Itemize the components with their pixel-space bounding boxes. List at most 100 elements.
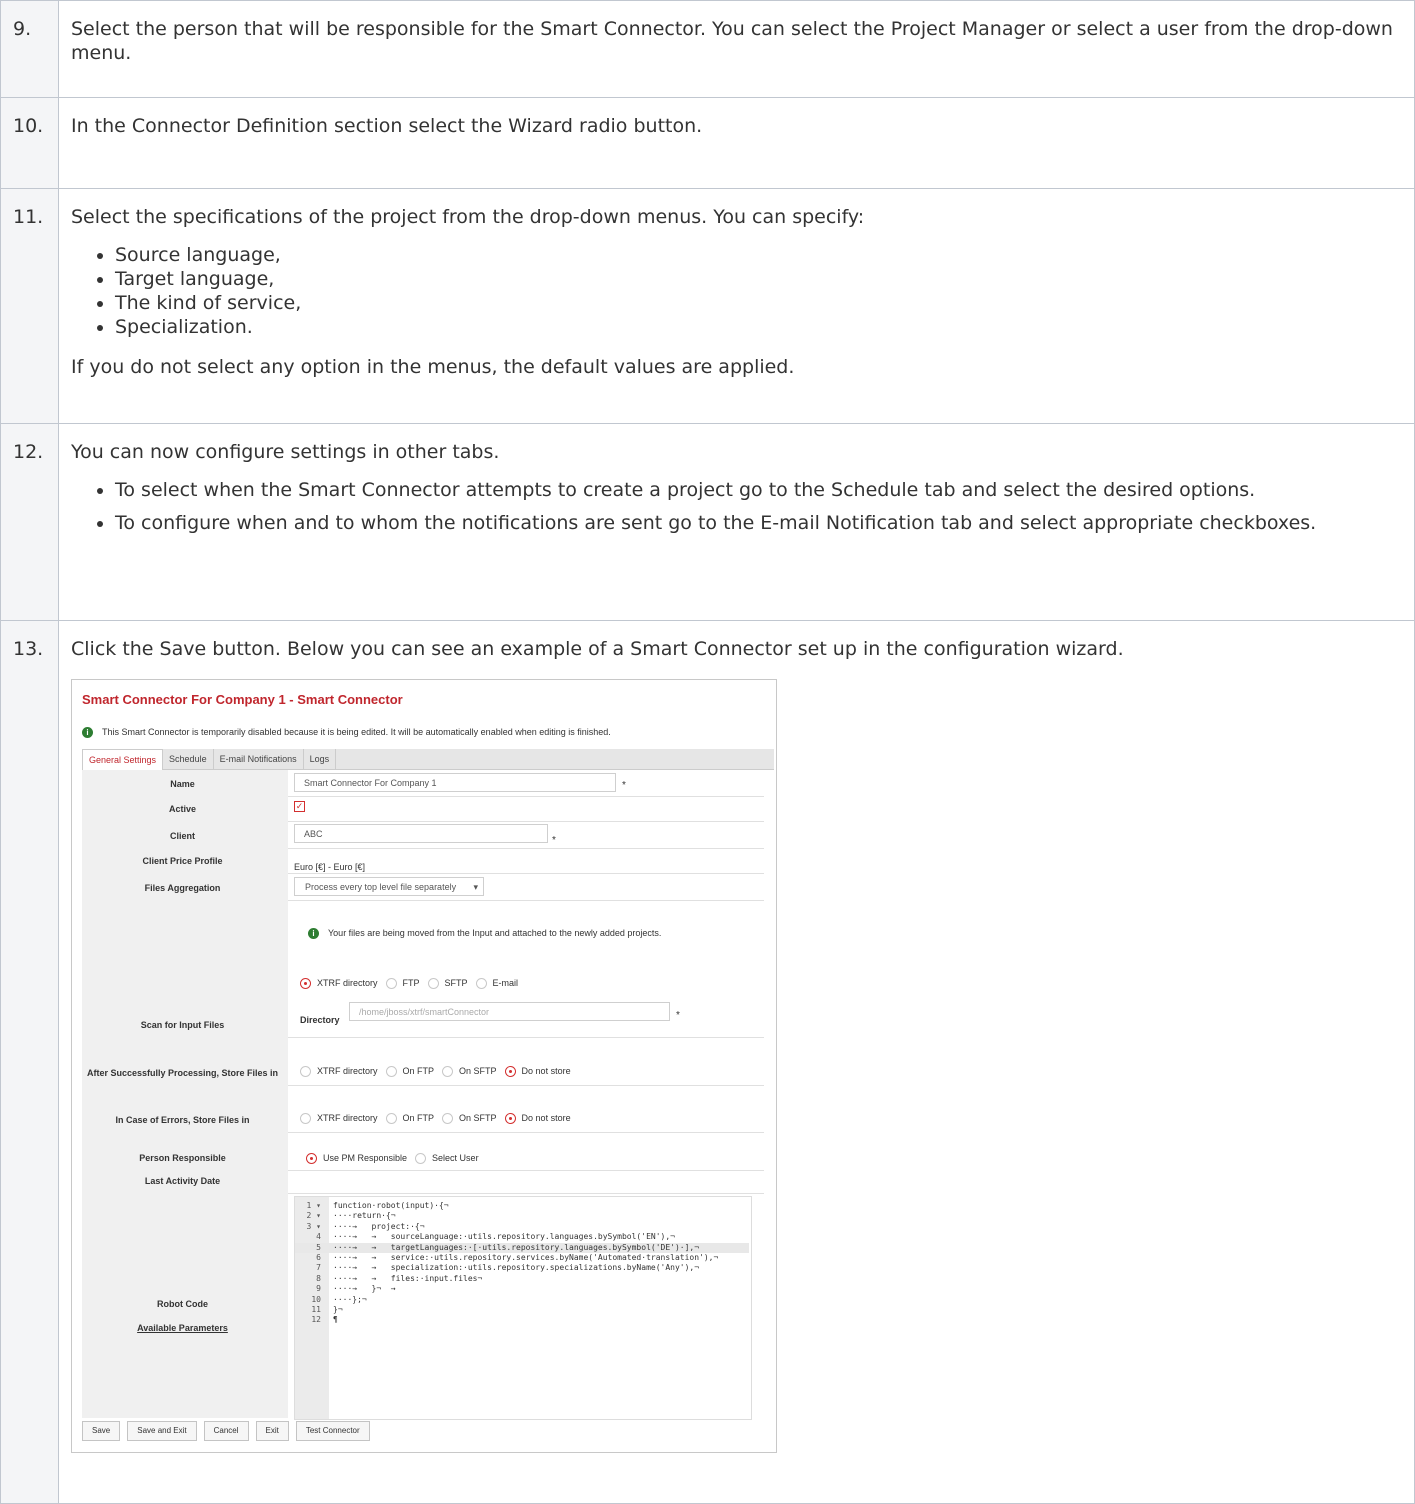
line-number: 7 [316, 1263, 321, 1273]
radio-on-sftp[interactable] [442, 1112, 454, 1124]
test-connector-button[interactable]: Test Connector [295, 1421, 370, 1441]
form-buttons: Save Save and Exit Cancel Exit Test Conn… [82, 1421, 377, 1441]
after-success-row: After Successfully Processing, Store Fil… [82, 1037, 764, 1086]
radio-xtrf-directory[interactable] [300, 1112, 311, 1124]
steps-table: 9. Select the person that will be respon… [0, 0, 1415, 1504]
last-activity-label: Last Activity Date [82, 1170, 288, 1193]
directory-label: Directory [300, 1015, 340, 1025]
code-line: 6 ····→ → service:·utils.repository.servi… [295, 1253, 718, 1263]
active-row: Active ✓ [82, 796, 764, 822]
info-icon: i [82, 726, 93, 738]
scan-info: i Your files are being moved from the In… [308, 921, 661, 945]
code-editor[interactable]: 1 ▾ function·robot(input)·{¬ 2 ▾ ····return… [294, 1196, 752, 1420]
radio-use-pm-responsible[interactable] [306, 1152, 317, 1164]
code-line: 7 ····→ → specialization:·utils.repositor… [295, 1263, 699, 1273]
list-item: Specialization. [115, 315, 1396, 339]
scan-source-radio-group: XTRF directory FTP SFTP E-mail [300, 971, 526, 995]
step-text: Select the specifications of the project… [71, 206, 865, 228]
line-number: 12 [311, 1315, 321, 1325]
errors-row: In Case of Errors, Store Files in XTRF d… [82, 1085, 764, 1133]
info-banner: i This Smart Connector is temporarily di… [82, 720, 611, 744]
code-line: 2 ▾ ····return·{¬ [295, 1211, 396, 1221]
tab-schedule[interactable]: Schedule [163, 749, 214, 769]
step-number: 13. [0, 620, 59, 1504]
line-number: 4 [316, 1232, 321, 1242]
directory-input[interactable]: /home/jboss/xtrf/smartConnector [349, 1002, 670, 1021]
required-marker: * [622, 780, 626, 791]
line-number: 1 ▾ [306, 1201, 321, 1210]
radio-on-ftp[interactable] [385, 1065, 397, 1077]
radio-email[interactable] [475, 977, 487, 989]
step-body: Select the person that will be responsib… [58, 0, 1415, 98]
line-number: 8 [316, 1273, 321, 1283]
radio-xtrf-directory[interactable] [300, 1065, 311, 1077]
robot-code-label: Robot Code Available Parameters [82, 1193, 288, 1418]
radio-on-sftp[interactable] [442, 1065, 454, 1077]
tab-logs[interactable]: Logs [304, 749, 337, 769]
step-number: 9. [0, 0, 59, 98]
list-item: Source language, [115, 243, 1396, 267]
step-text: In the Connector Definition section sele… [71, 115, 703, 137]
settings-form: Name Smart Connector For Company 1 * Act… [82, 770, 764, 1420]
line-number: 6 [316, 1253, 321, 1262]
code-text: ····→ → targetLanguages:·[·utils.reposit… [333, 1242, 700, 1252]
radio-do-not-store[interactable] [504, 1065, 516, 1077]
line-number: 10 [311, 1294, 321, 1304]
list-item: Target language, [115, 267, 1396, 291]
available-parameters-link[interactable]: Available Parameters [137, 1316, 228, 1340]
cancel-button[interactable]: Cancel [203, 1421, 249, 1441]
name-input[interactable]: Smart Connector For Company 1 [294, 773, 616, 792]
scan-input-row: Scan for Input Files i Your files are be… [82, 900, 764, 1038]
code-text: ····→ project:·{¬ [333, 1221, 425, 1231]
errors-label: In Case of Errors, Store Files in [82, 1085, 288, 1132]
info-text: This Smart Connector is temporarily disa… [102, 727, 611, 737]
code-line: 10 ····};¬ [295, 1294, 366, 1305]
tab-email-notifications[interactable]: E-mail Notifications [214, 749, 304, 769]
exit-button[interactable]: Exit [255, 1421, 289, 1441]
client-label: Client [82, 821, 288, 848]
errors-radio-group: XTRF directory On FTP On SFTP Do not sto… [300, 1106, 579, 1130]
client-input[interactable]: ABC [294, 824, 548, 843]
line-number: 3 ▾ [306, 1221, 321, 1231]
active-label: Active [82, 796, 288, 821]
code-text: ····};¬ [333, 1294, 367, 1304]
person-responsible-row: Person Responsible Use PM Responsible Se… [82, 1132, 764, 1171]
step-number: 12. [0, 423, 59, 621]
code-text: ····→ → files:·input.files¬ [333, 1273, 483, 1283]
list-item: The kind of service, [115, 291, 1396, 315]
person-responsible-label: Person Responsible [82, 1132, 288, 1170]
step-number: 10. [0, 97, 59, 189]
spec-list: Source language, Target language, The ki… [71, 243, 1396, 339]
client-price-profile-row: Client Price Profile Euro [€] - Euro [€] [82, 848, 764, 874]
smart-connector-screenshot: Smart Connector For Company 1 - Smart Co… [71, 679, 777, 1453]
code-line: 11}¬ [295, 1305, 342, 1315]
radio-on-ftp[interactable] [385, 1112, 397, 1124]
client-row: Client ABC * [82, 821, 764, 849]
files-aggregation-select[interactable]: Process every top level file separately … [294, 877, 484, 896]
radio-select-user[interactable] [415, 1152, 427, 1164]
radio-do-not-store[interactable] [504, 1112, 516, 1124]
step-row-13: 13. Click the Save button. Below you can… [0, 620, 1415, 1504]
code-text: function·robot(input)·{¬ [333, 1201, 449, 1210]
page-title: Smart Connector For Company 1 - Smart Co… [82, 692, 403, 707]
tab-general-settings[interactable]: General Settings [82, 749, 164, 771]
client-price-profile-label: Client Price Profile [82, 848, 288, 873]
files-aggregation-row: Files Aggregation Process every top leve… [82, 873, 764, 901]
radio-sftp[interactable] [427, 977, 439, 989]
list-item: To select when the Smart Connector attem… [115, 478, 1396, 502]
save-and-exit-button[interactable]: Save and Exit [127, 1421, 197, 1441]
scan-input-label: Scan for Input Files [82, 900, 288, 1037]
line-number: 11 [311, 1305, 321, 1314]
step-text: Select the person that will be responsib… [71, 18, 1393, 64]
list-item: To configure when and to whom the notifi… [115, 508, 1396, 538]
active-checkbox[interactable]: ✓ [294, 801, 305, 812]
info-icon: i [308, 927, 319, 939]
chevron-down-icon: ▾ [473, 882, 478, 892]
step-number: 11. [0, 188, 59, 424]
radio-xtrf-directory[interactable] [300, 977, 311, 989]
step-row-12: 12. You can now configure settings in ot… [0, 423, 1415, 621]
radio-ftp[interactable] [385, 977, 397, 989]
save-button[interactable]: Save [82, 1421, 121, 1441]
step-text: You can now configure settings in other … [71, 441, 500, 463]
tab-bar: General Settings Schedule E-mail Notific… [82, 749, 774, 771]
